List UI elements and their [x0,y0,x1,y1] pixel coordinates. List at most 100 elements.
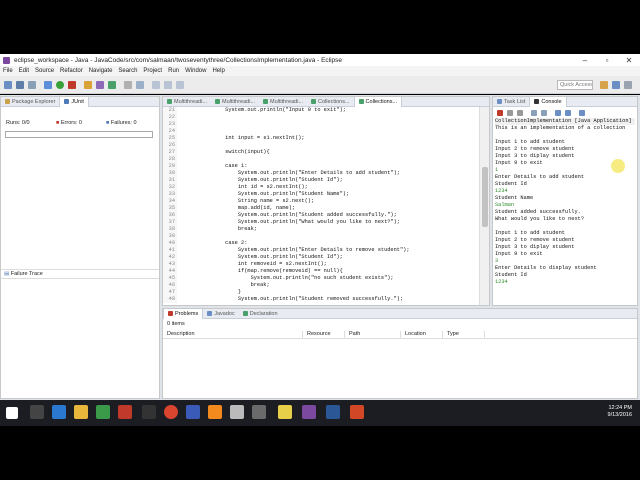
code-line[interactable]: 37 System.out.println("What would you li… [163,219,479,226]
windows-start-icon[interactable] [6,407,18,419]
code-line[interactable]: 46 break; [163,282,479,289]
code-line[interactable]: 48 System.out.println("Student removed s… [163,296,479,303]
pin-console-icon[interactable] [555,110,561,116]
vlc-icon[interactable] [208,405,222,419]
system-clock[interactable]: 12:24 PM 9/13/2016 [608,405,632,419]
display-console-icon[interactable] [565,110,571,116]
tab-package-explorer[interactable]: Package Explorer [1,97,59,107]
menu-navigate[interactable]: Navigate [89,68,113,74]
col-resource[interactable]: Resource [303,331,345,338]
code-line[interactable]: 38 break; [163,226,479,233]
store-icon[interactable] [96,405,110,419]
code-line[interactable]: 24 [163,128,479,135]
search-icon[interactable] [136,81,144,89]
clear-console-icon[interactable] [531,110,537,116]
app-icon[interactable] [252,405,266,419]
new-java-project-icon[interactable] [84,81,92,89]
menu-refactor[interactable]: Refactor [60,68,83,74]
quick-access-input[interactable]: Quick Access [557,80,593,90]
code-line[interactable]: 25 int input = s1.nextInt(); [163,135,479,142]
minimize-button[interactable]: – [574,56,596,65]
save-all-icon[interactable] [28,81,36,89]
tab-declaration[interactable]: Declaration [239,309,282,319]
powerpoint-icon[interactable] [350,405,364,419]
forward-icon[interactable] [176,81,184,89]
run-icon[interactable] [56,81,64,89]
editor-tab-4[interactable]: Collections... [307,97,354,107]
new-icon[interactable] [4,81,12,89]
open-type-icon[interactable] [124,81,132,89]
code-line[interactable]: 28 [163,156,479,163]
debug-icon[interactable] [44,81,52,89]
code-line[interactable]: 21 System.out.println("Input 9 to exit")… [163,107,479,114]
terminate-icon[interactable] [497,110,503,116]
code-area[interactable]: 21 System.out.println("Input 9 to exit")… [163,107,479,305]
editor-tab-2[interactable]: Multithreadi... [211,97,259,107]
chrome-icon[interactable] [164,405,178,419]
java-perspective-icon[interactable] [612,81,620,89]
back-icon[interactable] [164,81,172,89]
eclipse-icon[interactable] [302,405,316,419]
col-type[interactable]: Type [443,331,485,338]
code-line[interactable]: 31 System.out.println("Student Id"); [163,177,479,184]
code-line[interactable]: 42 System.out.println("Student Id"); [163,254,479,261]
menu-run[interactable]: Run [168,68,179,74]
file-explorer-icon[interactable] [74,405,88,419]
new-class-icon[interactable] [108,81,116,89]
open-console-icon[interactable] [579,110,585,116]
code-line[interactable]: 33 System.out.println("Student Name"); [163,191,479,198]
menu-file[interactable]: File [3,68,13,74]
col-location[interactable]: Location [401,331,443,338]
console-output[interactable]: This is an implementation of a collectio… [495,125,629,305]
col-description[interactable]: Description [163,331,303,338]
code-line[interactable]: 44 if(map.remove(removeid) == null){ [163,268,479,275]
word-icon[interactable] [326,405,340,419]
editor-tab-3[interactable]: Multithreadi... [259,97,307,107]
external-tools-icon[interactable] [68,81,76,89]
editor-tab-1[interactable]: Multithreadi... [163,97,211,107]
next-annotation-icon[interactable] [152,81,160,89]
menu-source[interactable]: Source [35,68,54,74]
tab-problems[interactable]: Problems [163,308,204,319]
app-icon[interactable] [186,405,200,419]
code-line[interactable]: 30 System.out.println("Enter Details to … [163,170,479,177]
editor-scroll-thumb[interactable] [482,167,488,227]
tab-console[interactable]: Console [529,96,567,107]
code-line[interactable]: 29 case 1: [163,163,479,170]
tab-task-list[interactable]: Task List [493,97,529,107]
col-path[interactable]: Path [345,331,401,338]
save-icon[interactable] [16,81,24,89]
menu-edit[interactable]: Edit [19,68,29,74]
editor-tab-5[interactable]: Collections... [353,96,403,107]
tab-javadoc[interactable]: Javadoc [203,309,239,319]
java-ee-perspective-icon[interactable] [600,81,608,89]
code-line[interactable]: 39 [163,233,479,240]
code-line[interactable]: 26 [163,142,479,149]
close-button[interactable]: ✕ [618,56,640,65]
menu-window[interactable]: Window [185,68,206,74]
remove-all-icon[interactable] [517,110,523,116]
code-line[interactable]: 45 System.out.println("no such student e… [163,275,479,282]
code-line[interactable]: 27 switch(input){ [163,149,479,156]
scroll-lock-icon[interactable] [541,110,547,116]
app-icon[interactable] [118,405,132,419]
code-line[interactable]: 36 System.out.println("Student added suc… [163,212,479,219]
remove-launch-icon[interactable] [507,110,513,116]
cmd-icon[interactable] [142,405,156,419]
code-line[interactable]: 35 map.add(id, name); [163,205,479,212]
code-line[interactable]: 43 int removeid = s2.nextInt(); [163,261,479,268]
menu-search[interactable]: Search [118,68,137,74]
edge-icon[interactable] [52,405,66,419]
tab-junit[interactable]: JUnit [59,96,89,107]
code-line[interactable]: 34 String name = s2.next(); [163,198,479,205]
editor-scrollbar[interactable] [479,107,489,305]
new-package-icon[interactable] [96,81,104,89]
debug-perspective-icon[interactable] [624,81,632,89]
code-line[interactable]: 22 [163,114,479,121]
app-icon[interactable] [230,405,244,419]
code-line[interactable]: 47 } [163,289,479,296]
maximize-button[interactable]: ▫ [596,56,618,65]
code-line[interactable]: 41 System.out.println("Enter Details to … [163,247,479,254]
search-icon[interactable] [30,405,44,419]
menu-help[interactable]: Help [212,68,224,74]
